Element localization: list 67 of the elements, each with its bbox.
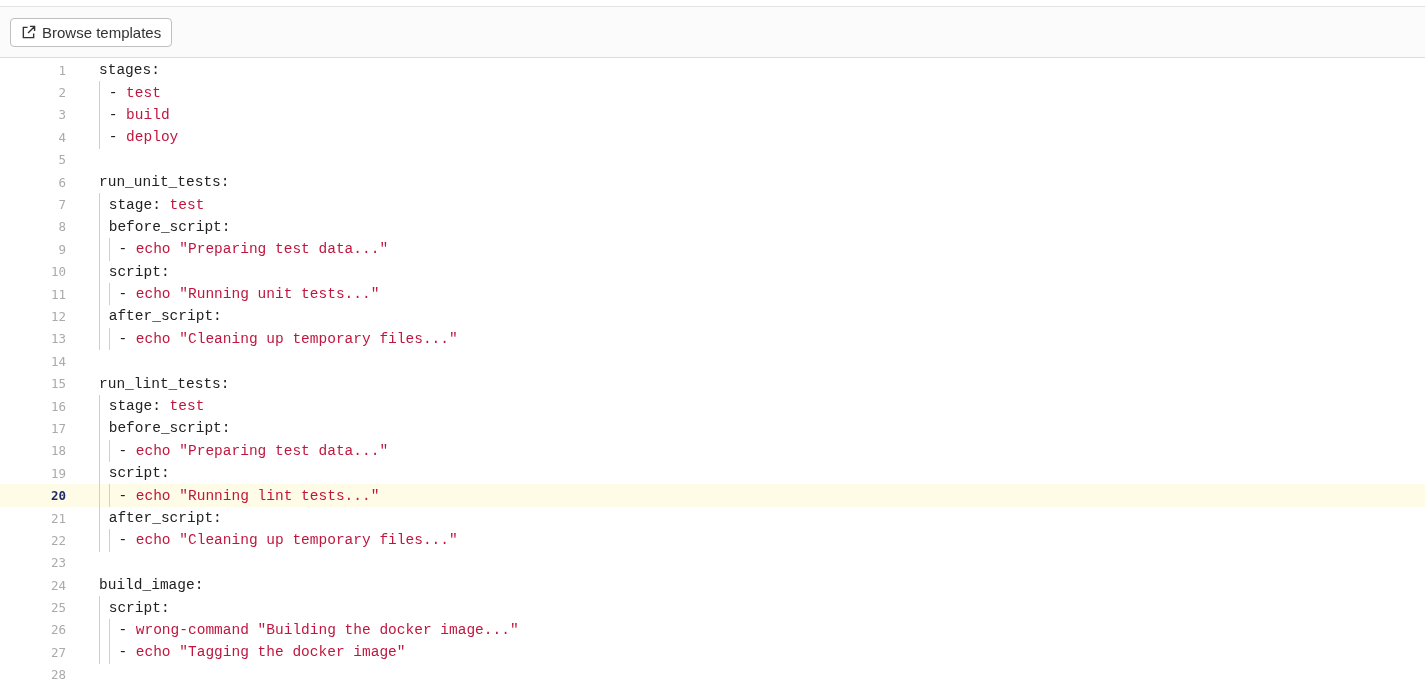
- line-number: 11: [49, 286, 66, 302]
- yaml-key: run_lint_tests:: [99, 375, 230, 392]
- yaml-key: stage:: [108, 196, 161, 213]
- list-dash: -: [108, 129, 118, 146]
- yaml-value: echo "Preparing test data...": [135, 241, 389, 258]
- yaml-value: echo "Cleaning up temporary files...": [135, 532, 458, 549]
- list-dash: -: [118, 442, 128, 459]
- line-number: 28: [49, 667, 66, 683]
- line-number: 20: [49, 488, 66, 504]
- list-dash: -: [118, 330, 128, 347]
- yaml-value: echo "Preparing test data...": [135, 442, 389, 459]
- line-number: 5: [57, 152, 66, 168]
- yaml-key: after_script:: [108, 308, 222, 325]
- yaml-value: test: [169, 398, 205, 415]
- line-number: 7: [57, 197, 66, 213]
- yaml-key: build_image:: [99, 577, 204, 594]
- yaml-key: before_script:: [108, 218, 231, 235]
- line-number: 18: [49, 443, 66, 459]
- list-dash: -: [118, 241, 128, 258]
- yaml-key: stage:: [108, 398, 161, 415]
- line-number: 4: [57, 129, 66, 145]
- line-number: 24: [49, 577, 66, 593]
- external-link-icon: [21, 25, 36, 40]
- yaml-key: after_script:: [108, 510, 222, 526]
- line-number: 17: [49, 420, 66, 436]
- list-dash: -: [108, 84, 118, 101]
- yaml-value: wrong-command "Building the docker image...": [135, 621, 519, 638]
- yaml-value: test: [169, 196, 205, 213]
- line-number: 23: [49, 555, 66, 571]
- line-number: 25: [49, 600, 66, 616]
- yaml-value: test: [126, 84, 161, 101]
- yaml-value: deploy: [126, 129, 179, 146]
- yaml-value: echo "Running lint tests...": [135, 487, 380, 504]
- line-number: 19: [49, 465, 66, 481]
- yaml-value: build: [126, 106, 170, 123]
- line-number: 16: [49, 398, 66, 414]
- line-number: 3: [57, 107, 66, 123]
- list-dash: -: [118, 532, 128, 549]
- yaml-value: echo "Running unit tests...": [135, 286, 380, 303]
- line-number: 26: [49, 622, 66, 638]
- line-number: 15: [49, 376, 66, 392]
- yaml-key: script:: [108, 599, 170, 616]
- line-number: 2: [57, 85, 66, 101]
- line-number: 6: [57, 174, 66, 190]
- yaml-key: stages:: [99, 62, 160, 79]
- yaml-key: script:: [108, 263, 170, 280]
- yaml-key: before_script:: [108, 420, 231, 437]
- list-dash: -: [118, 286, 128, 303]
- yaml-key: run_unit_tests:: [99, 174, 230, 191]
- list-dash: -: [118, 487, 128, 504]
- list-dash: -: [118, 644, 128, 661]
- line-number: 1: [57, 62, 66, 78]
- browse-templates-button[interactable]: Browse templates: [10, 18, 173, 47]
- line-number: 12: [49, 309, 66, 324]
- yaml-value: echo "Tagging the docker image": [135, 644, 406, 661]
- line-number: 22: [49, 532, 66, 548]
- line-number: 9: [57, 241, 66, 257]
- line-number: 21: [49, 510, 66, 526]
- line-number: 14: [49, 353, 66, 369]
- line-number: 27: [49, 644, 66, 660]
- line-number: 10: [49, 264, 66, 280]
- line-number: 8: [57, 219, 66, 235]
- line-number: 13: [49, 331, 66, 347]
- list-dash: -: [108, 106, 118, 123]
- yaml-value: echo "Cleaning up temporary files...": [135, 330, 458, 347]
- yaml-key: script:: [108, 465, 170, 482]
- list-dash: -: [118, 621, 128, 638]
